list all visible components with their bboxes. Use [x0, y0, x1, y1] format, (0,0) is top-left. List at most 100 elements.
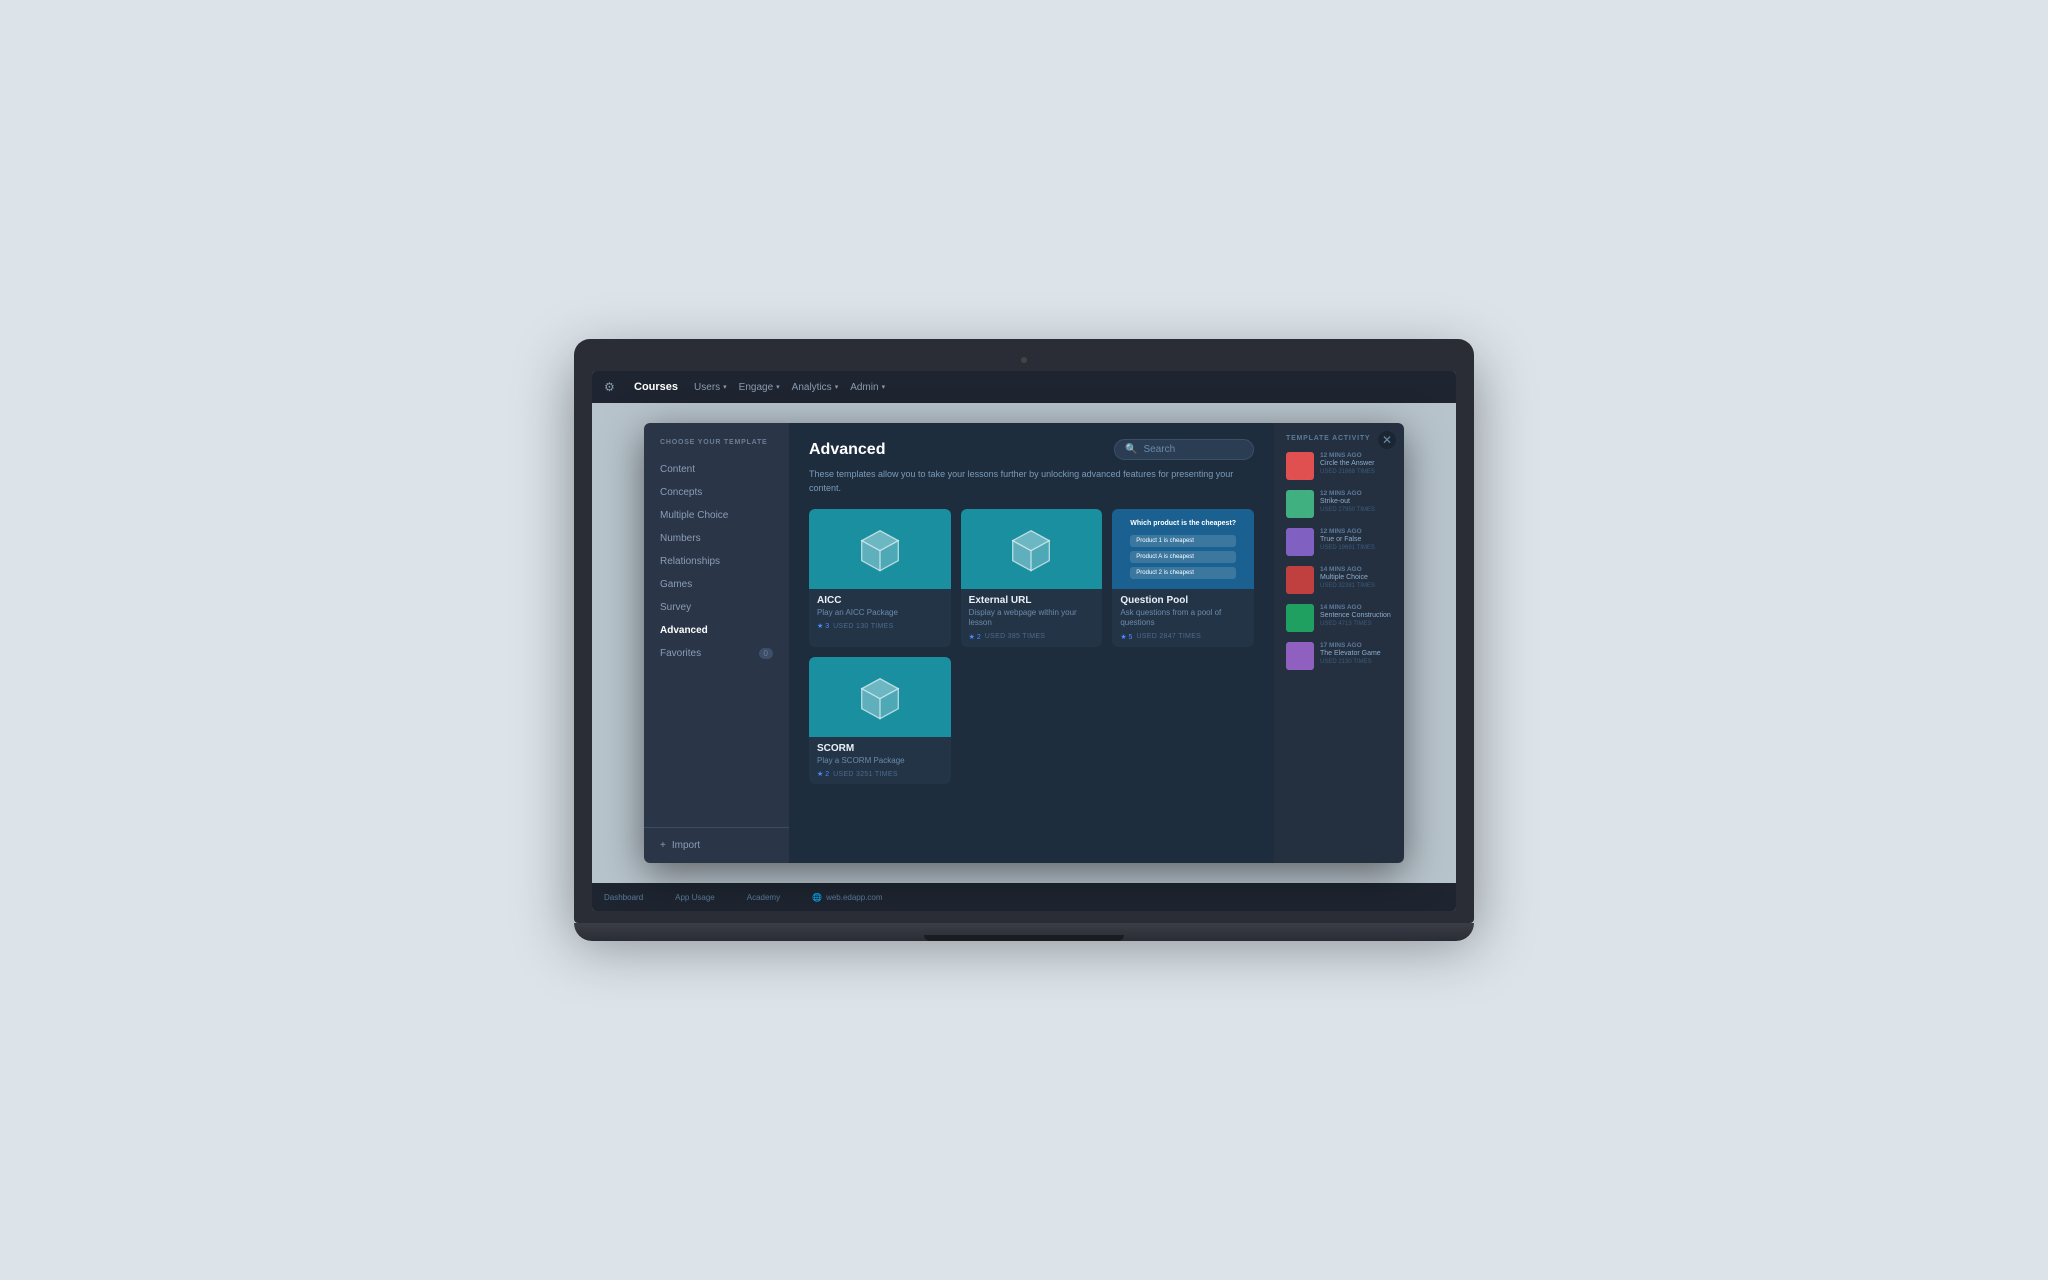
activity-used-2: USED 19691 TIMES — [1320, 545, 1392, 551]
cube-svg-2 — [1006, 524, 1056, 574]
activity-info-0: 12 MINS AGO Circle the Answer USED 21868… — [1320, 452, 1392, 475]
template-modal: ✕ CHOOSE YOUR TEMPLATE Content Concepts … — [644, 423, 1404, 863]
bottom-item-academy: Academy — [747, 893, 780, 902]
activity-title: TEMPLATE ACTIVITY — [1286, 435, 1392, 442]
activity-time-0: 12 MINS AGO — [1320, 452, 1392, 459]
qp-card-1: Product 1 is cheapest — [1130, 535, 1236, 547]
star-count-scorm: ★ 2 — [817, 770, 829, 778]
bottom-link[interactable]: 🌐 web.edapp.com — [812, 893, 882, 902]
star-count-aicc: ★ 3 — [817, 622, 829, 630]
sidebar-item-content[interactable]: Content — [644, 458, 789, 481]
activity-thumb-4 — [1286, 604, 1314, 632]
sidebar-item-numbers[interactable]: Numbers — [644, 527, 789, 550]
template-card-external-url[interactable]: External URL Display a webpage within yo… — [961, 509, 1103, 647]
bottom-bar: Dashboard App Usage Academy 🌐 web.edapp.… — [592, 883, 1456, 911]
sidebar-item-games[interactable]: Games — [644, 573, 789, 596]
template-card-question-pool[interactable]: Which product is the cheapest? Product 1… — [1112, 509, 1254, 647]
used-count-aicc: USED 130 TIMES — [833, 623, 893, 630]
activity-panel: TEMPLATE ACTIVITY 12 MINS AGO Circle the… — [1274, 423, 1404, 863]
sidebar-item-survey[interactable]: Survey — [644, 596, 789, 619]
activity-info-2: 12 MINS AGO True or False USED 19691 TIM… — [1320, 528, 1392, 551]
nav-item-engage[interactable]: Engage ▾ — [739, 382, 780, 393]
activity-info-1: 12 MINS AGO Strike-out USED 27950 TIMES — [1320, 490, 1392, 513]
modal-content: Advanced 🔍 Search These templates allow … — [789, 423, 1274, 863]
content-description: These templates allow you to take your l… — [809, 468, 1254, 495]
search-box[interactable]: 🔍 Search — [1114, 439, 1254, 460]
template-name-external-url: External URL — [969, 595, 1095, 606]
sidebar-heading: CHOOSE YOUR TEMPLATE — [644, 439, 789, 458]
activity-thumb-3 — [1286, 566, 1314, 594]
bottom-item-dashboard: Dashboard — [604, 893, 643, 902]
used-count-external-url: USED 385 TIMES — [985, 633, 1045, 640]
template-desc-scorm: Play a SCORM Package — [817, 756, 943, 766]
activity-time-1: 12 MINS AGO — [1320, 490, 1392, 497]
chevron-down-icon: ▾ — [835, 383, 839, 391]
chevron-down-icon: ▾ — [882, 383, 886, 391]
star-count-question-pool: ★ 5 — [1120, 633, 1132, 641]
activity-used-5: USED 2130 TIMES — [1320, 659, 1392, 665]
nav-item-analytics[interactable]: Analytics ▾ — [792, 382, 839, 393]
activity-used-3: USED 32381 TIMES — [1320, 583, 1392, 589]
template-meta-aicc: ★ 3 USED 130 TIMES — [817, 622, 943, 630]
qp-card-2: Product A is cheapest — [1130, 551, 1236, 563]
import-button[interactable]: + Import — [644, 827, 789, 863]
template-name-question-pool: Question Pool — [1120, 595, 1246, 606]
star-count-external-url: ★ 2 — [969, 633, 981, 641]
activity-item-0: 12 MINS AGO Circle the Answer USED 21868… — [1286, 452, 1392, 480]
template-name-scorm: SCORM — [817, 743, 943, 754]
activity-info-4: 14 MINS AGO Sentence Construction USED 4… — [1320, 604, 1392, 627]
sidebar-item-favorites[interactable]: Favorites 0 — [644, 642, 789, 665]
laptop-container: ⚙ Courses Users ▾ Engage ▾ Analytics — [574, 339, 1474, 941]
template-info-question-pool: Question Pool Ask questions from a pool … — [1112, 589, 1254, 647]
gear-icon[interactable]: ⚙ — [604, 380, 618, 394]
content-title: Advanced — [809, 441, 885, 459]
sidebar-item-advanced[interactable]: Advanced — [644, 619, 789, 642]
template-info-external-url: External URL Display a webpage within yo… — [961, 589, 1103, 647]
close-button[interactable]: ✕ — [1378, 431, 1396, 449]
chevron-down-icon: ▾ — [776, 383, 780, 391]
activity-time-3: 14 MINS AGO — [1320, 566, 1392, 573]
nav-brand: Courses — [634, 381, 678, 393]
modal-sidebar: CHOOSE YOUR TEMPLATE Content Concepts Mu… — [644, 423, 789, 863]
qp-card-3: Product 2 is cheapest — [1130, 567, 1236, 579]
template-thumb-aicc — [809, 509, 951, 589]
app-container: ⚙ Courses Users ▾ Engage ▾ Analytics — [592, 371, 1456, 911]
template-card-scorm[interactable]: SCORM Play a SCORM Package ★ 2 USED 3251… — [809, 657, 951, 784]
activity-used-4: USED 4713 TIMES — [1320, 621, 1392, 627]
template-name-aicc: AICC — [817, 595, 943, 606]
template-meta-scorm: ★ 2 USED 3251 TIMES — [817, 770, 943, 778]
template-desc-external-url: Display a webpage within your lesson — [969, 608, 1095, 629]
used-count-scorm: USED 3251 TIMES — [833, 771, 898, 778]
sidebar-item-multiple-choice[interactable]: Multiple Choice — [644, 504, 789, 527]
activity-item-5: 17 MINS AGO The Elevator Game USED 2130 … — [1286, 642, 1392, 670]
sidebar-item-relationships[interactable]: Relationships — [644, 550, 789, 573]
nav-item-admin[interactable]: Admin ▾ — [850, 382, 885, 393]
activity-time-4: 14 MINS AGO — [1320, 604, 1392, 611]
activity-name-1: Strike-out — [1320, 498, 1392, 506]
template-thumb-external-url — [961, 509, 1103, 589]
laptop-camera — [1021, 357, 1027, 363]
template-thumb-question-pool: Which product is the cheapest? Product 1… — [1112, 509, 1254, 589]
favorites-badge: 0 — [759, 648, 773, 659]
nav-item-users[interactable]: Users ▾ — [694, 382, 727, 393]
cube-svg — [855, 524, 905, 574]
sidebar-item-concepts[interactable]: Concepts — [644, 481, 789, 504]
activity-info-5: 17 MINS AGO The Elevator Game USED 2130 … — [1320, 642, 1392, 665]
activity-item-2: 12 MINS AGO True or False USED 19691 TIM… — [1286, 528, 1392, 556]
activity-item-4: 14 MINS AGO Sentence Construction USED 4… — [1286, 604, 1392, 632]
chevron-down-icon: ▾ — [723, 383, 727, 391]
activity-used-0: USED 21868 TIMES — [1320, 469, 1392, 475]
template-meta-question-pool: ★ 5 USED 2847 TIMES — [1120, 633, 1246, 641]
template-info-aicc: AICC Play an AICC Package ★ 3 USED 130 T… — [809, 589, 951, 636]
search-placeholder: Search — [1143, 444, 1175, 455]
used-count-question-pool: USED 2847 TIMES — [1136, 633, 1201, 640]
template-desc-aicc: Play an AICC Package — [817, 608, 943, 618]
search-icon: 🔍 — [1125, 444, 1137, 455]
activity-time-2: 12 MINS AGO — [1320, 528, 1392, 535]
content-header: Advanced 🔍 Search — [809, 439, 1254, 460]
activity-item-1: 12 MINS AGO Strike-out USED 27950 TIMES — [1286, 490, 1392, 518]
template-card-aicc[interactable]: AICC Play an AICC Package ★ 3 USED 130 T… — [809, 509, 951, 647]
plus-icon: + — [660, 840, 666, 851]
globe-icon: 🌐 — [812, 893, 822, 902]
activity-name-0: Circle the Answer — [1320, 460, 1392, 468]
